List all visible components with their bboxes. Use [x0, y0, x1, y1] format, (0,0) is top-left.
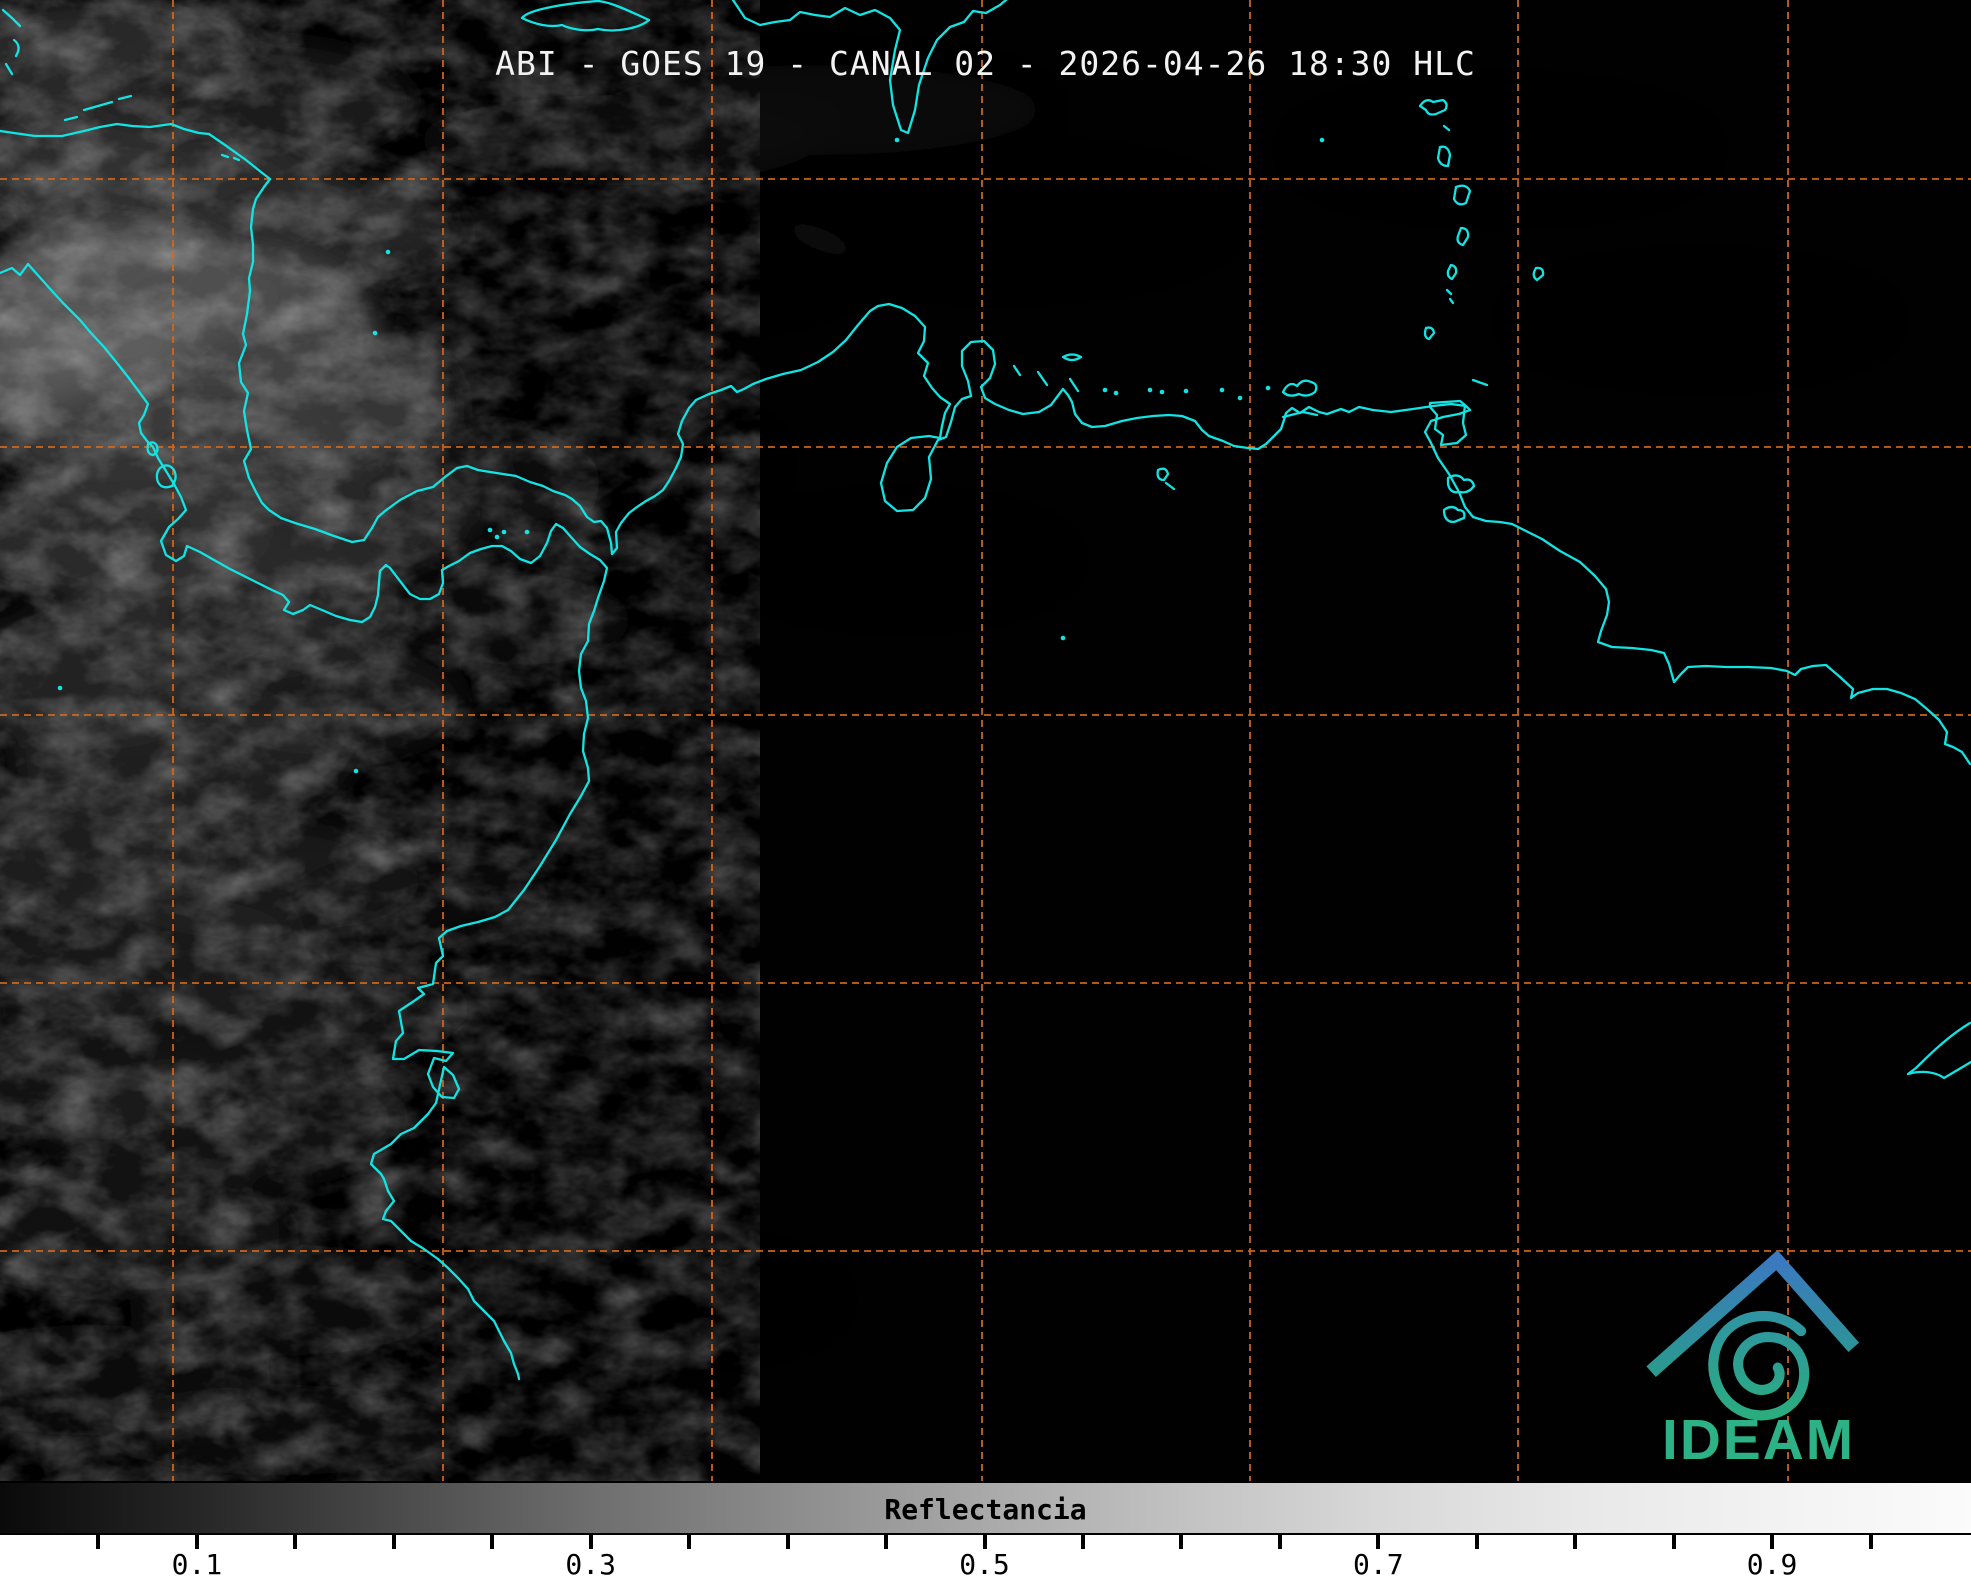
- island-dot: [354, 769, 359, 774]
- colorbar-tick: [1081, 1535, 1085, 1549]
- colorbar-tick: [687, 1535, 691, 1549]
- satellite-viewer: ABI - GOES 19 - CANAL 02 - 2026-04-26 18…: [0, 0, 1971, 1577]
- colorbar-tick-label: 0.7: [1353, 1548, 1404, 1577]
- island-dot: [373, 331, 378, 336]
- colorbar-tick: [1672, 1535, 1676, 1549]
- reflectance-colorbar: Reflectancia: [0, 1481, 1971, 1535]
- island-dot: [525, 530, 530, 535]
- colorbar-tick: [786, 1535, 790, 1549]
- colorbar-tick-label: 0.5: [959, 1548, 1010, 1577]
- cloud-texture-overlay: [0, 0, 760, 1481]
- island-dot: [1114, 391, 1119, 396]
- island-dot: [1220, 388, 1225, 393]
- cloud-blob: [1300, 100, 1700, 200]
- island-dot: [488, 528, 493, 533]
- island-dot: [1238, 396, 1243, 401]
- colorbar-tick: [1278, 1535, 1282, 1549]
- image-title: ABI - GOES 19 - CANAL 02 - 2026-04-26 18…: [0, 44, 1971, 83]
- colorbar-tick: [1770, 1535, 1774, 1549]
- island-dot: [386, 250, 391, 255]
- colorbar-tick: [884, 1535, 888, 1549]
- island-dot: [1320, 138, 1325, 143]
- island-dot: [1103, 388, 1108, 393]
- colorbar-tick-label: 0.3: [565, 1548, 616, 1577]
- colorbar-tick: [490, 1535, 494, 1549]
- island-dot: [1061, 636, 1066, 641]
- island-dot: [502, 530, 507, 535]
- colorbar-label: Reflectancia: [0, 1493, 1971, 1526]
- island-dot: [1184, 389, 1189, 394]
- island-dot: [895, 138, 900, 143]
- colorbar-tick-label: 0.9: [1747, 1548, 1798, 1577]
- island-dot: [1160, 390, 1165, 395]
- ideam-logo: IDEAM: [1638, 1246, 1873, 1474]
- logo-hurricane-spiral: [1713, 1316, 1804, 1415]
- colorbar-tick: [195, 1535, 199, 1549]
- colorbar-tick-label: 0.1: [172, 1548, 223, 1577]
- colorbar-tick: [1376, 1535, 1380, 1549]
- island-dot: [495, 535, 500, 540]
- colorbar-tick: [1573, 1535, 1577, 1549]
- logo-text: IDEAM: [1662, 1409, 1855, 1472]
- island-dot: [58, 686, 63, 691]
- colorbar-tick: [1475, 1535, 1479, 1549]
- island-dot: [1266, 386, 1271, 391]
- colorbar-tick: [1869, 1535, 1873, 1549]
- colorbar-tick: [983, 1535, 987, 1549]
- colorbar-axis: 0.1 0.3 0.5 0.7 0.9: [0, 1535, 1971, 1577]
- colorbar-tick: [293, 1535, 297, 1549]
- cloud-blob: [1520, 275, 1880, 365]
- colorbar-tick: [96, 1535, 100, 1549]
- colorbar-tick: [392, 1535, 396, 1549]
- island-dot: [1148, 388, 1153, 393]
- colorbar-tick: [1179, 1535, 1183, 1549]
- cloud-blob: [740, 515, 1060, 605]
- colorbar-tick: [589, 1535, 593, 1549]
